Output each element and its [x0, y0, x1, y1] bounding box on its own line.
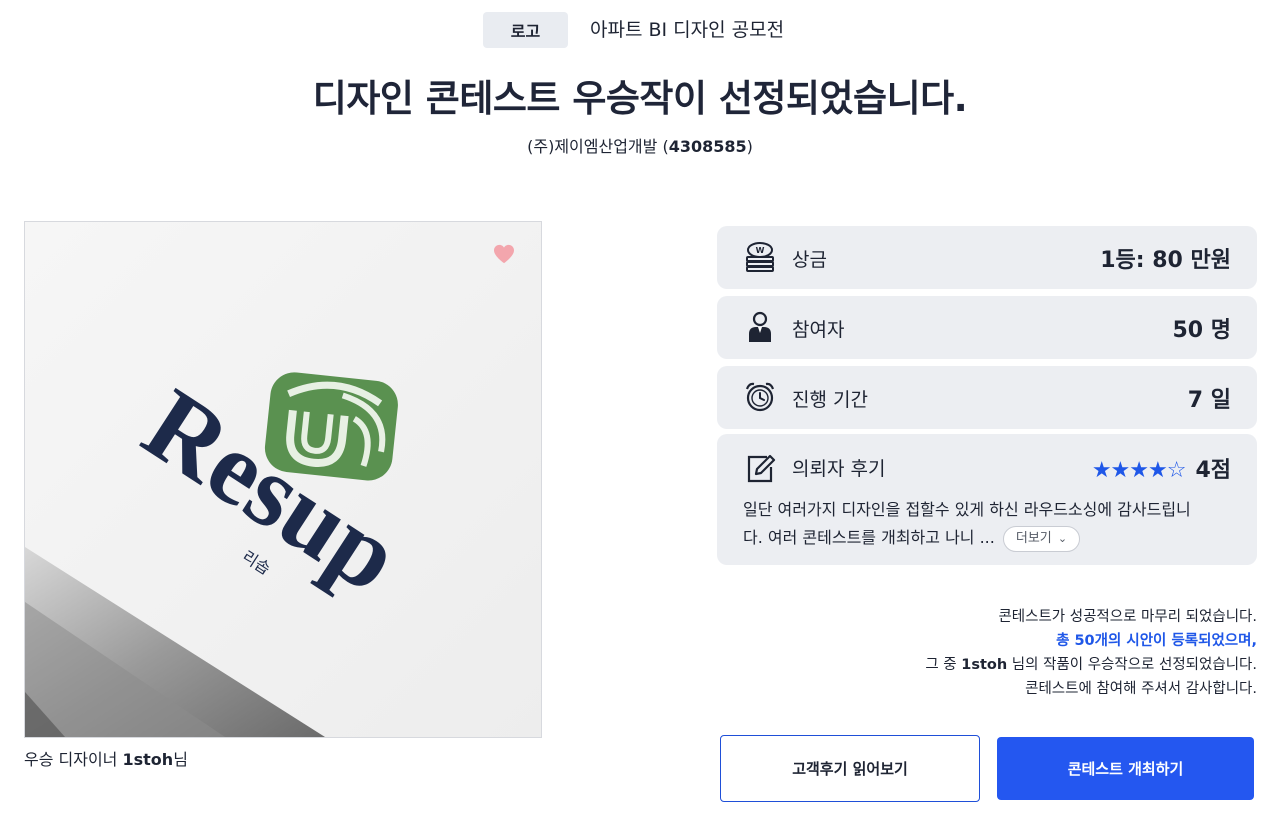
money-stack-icon: W [746, 242, 774, 272]
chevron-down-icon: ⌄ [1057, 531, 1068, 545]
duration-value: 7 일 [1187, 388, 1231, 413]
edit-icon [747, 454, 776, 483]
alarm-clock-icon [745, 382, 775, 412]
category-badge: 로고 [483, 12, 568, 48]
review-text-line: 일단 여러가지 디자인을 접할수 있게 하신 라우드소싱에 감사드립니 [743, 500, 1191, 519]
read-reviews-button[interactable]: 고객후기 읽어보기 [720, 735, 980, 802]
header-row: 로고 아파트 BI 디자인 공모전 [0, 12, 1280, 48]
caption-prefix: 우승 디자이너 [24, 750, 123, 769]
host-contest-button[interactable]: 콘테스트 개최하기 [997, 737, 1254, 800]
review-score: 4점 [1195, 458, 1231, 483]
client-review-card: 의뢰자 후기 ★★★★☆ 4점 일단 여러가지 디자인을 접할수 있게 하신 라우… [717, 434, 1257, 565]
designer-name[interactable]: 1stoh [123, 750, 174, 769]
summary-line-3-prefix: 그 중 [925, 657, 962, 673]
participants-label: 참여자 [792, 319, 845, 341]
contest-summary: 콘테스트가 성공적으로 마무리 되었습니다. 총 50개의 시안이 등록되었으며… [925, 605, 1257, 701]
company-info: (주)제이엠산업개발 (4308585) [527, 137, 753, 156]
company-name: (주)제이엠산업개발 [527, 137, 658, 156]
duration-label: 진행 기간 [792, 389, 868, 411]
more-label: 더보기 [1015, 530, 1052, 546]
duration-card: 진행 기간 7 일 [717, 366, 1257, 429]
contest-id: 4308585 [668, 137, 747, 156]
caption-suffix: 님 [173, 750, 188, 769]
page-title: 디자인 콘테스트 우승작이 선정되었습니다. [312, 77, 968, 120]
person-icon [749, 311, 771, 342]
star-rating: ★★★★☆ [1091, 458, 1187, 483]
review-rating: ★★★★☆ 4점 [1092, 452, 1231, 484]
prize-card: W 상금 1등: 80 만원 [717, 226, 1257, 289]
more-button[interactable]: 더보기 ⌄ [1002, 525, 1081, 552]
contest-name: 아파트 BI 디자인 공모전 [590, 19, 785, 41]
summary-line-3: 그 중 1stoh 님의 작품이 우승작으로 선정되었습니다. [925, 653, 1257, 677]
review-label: 의뢰자 후기 [792, 458, 886, 480]
winner-caption: 우승 디자이너 1stoh님 [24, 746, 188, 770]
summary-line-3-suffix: 님의 작품이 우승작으로 선정되었습니다. [1007, 657, 1257, 673]
summary-line-4: 콘테스트에 참여해 주셔서 감사합니다. [1025, 681, 1257, 697]
winning-design-image[interactable]: Resup 리솝 [24, 221, 542, 738]
logo-mockup: Resup 리솝 [25, 222, 541, 737]
participants-value: 50 명 [1172, 318, 1231, 343]
participants-card: 참여자 50 명 [717, 296, 1257, 359]
summary-line-2: 총 50개의 시안이 등록되었으며, [1056, 633, 1257, 649]
svg-text:W: W [756, 246, 765, 255]
summary-line-1: 콘테스트가 성공적으로 마무리 되었습니다. [998, 609, 1257, 625]
prize-value: 1등: 80 만원 [1100, 248, 1231, 273]
prize-label: 상금 [792, 249, 827, 271]
review-text-line-2: 다. 여러 콘테스트를 개최하고 나니 ... [743, 528, 995, 547]
summary-winner-name: 1stoh [961, 657, 1008, 673]
review-text: 일단 여러가지 디자인을 접할수 있게 하신 라우드소싱에 감사드립니 다. 여… [743, 496, 1233, 552]
review-text-line: 다. 여러 콘테스트를 개최하고 나니 ... 더보기 ⌄ [743, 524, 1233, 552]
heart-icon[interactable] [493, 244, 515, 264]
